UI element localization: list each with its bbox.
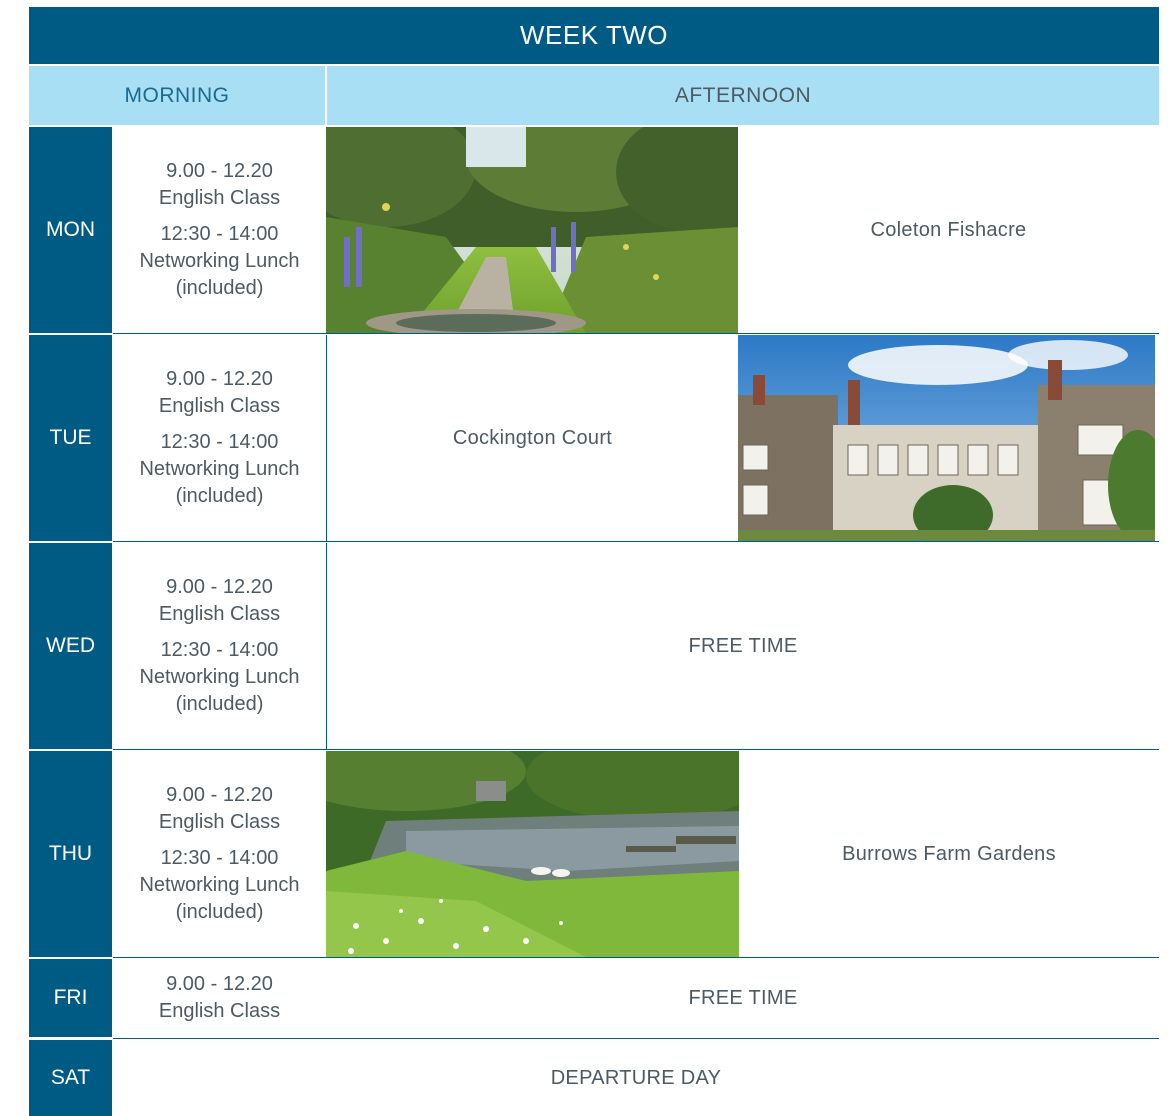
lunch-label: Networking Lunch [139, 250, 300, 272]
morning-schedule-wed: 9.00 - 12.20 English Class 12:30 - 14:00… [113, 543, 326, 749]
garden-path-photo [326, 127, 738, 333]
afternoon-header: AFTERNOON [327, 66, 1159, 125]
afternoon-activity-tue: Cockington Court [452, 426, 613, 449]
week-title: WEEK TWO [29, 7, 1159, 64]
lunch-note: (included) [175, 277, 264, 299]
lunch-label: Networking Lunch [139, 458, 300, 480]
class-label: English Class [158, 811, 281, 833]
lunch-time: 12:30 - 14:00 [160, 431, 279, 453]
afternoon-activity-thu: Burrows Farm Gardens [842, 842, 1056, 865]
afternoon-activity-wed: FREE TIME [688, 634, 798, 657]
row-divider [113, 749, 1159, 750]
lunch-time: 12:30 - 14:00 [160, 639, 279, 661]
class-time: 9.00 - 12.20 [166, 160, 273, 182]
lunch-note: (included) [175, 901, 264, 923]
afternoon-activity-fri: FREE TIME [688, 986, 798, 1009]
lunch-label: Networking Lunch [139, 874, 300, 896]
lunch-time: 12:30 - 14:00 [160, 847, 279, 869]
day-label-sat: SAT [29, 1040, 112, 1116]
class-label: English Class [158, 187, 281, 209]
day-label-fri: FRI [29, 959, 112, 1037]
class-label: English Class [158, 395, 281, 417]
class-time: 9.00 - 12.20 [166, 784, 273, 806]
lunch-note: (included) [175, 485, 264, 507]
class-label: English Class [158, 603, 281, 625]
day-label-mon: MON [29, 127, 112, 333]
pond-garden-photo [326, 751, 739, 957]
class-time: 9.00 - 12.20 [166, 576, 273, 598]
row-divider [113, 333, 1159, 334]
manor-house-photo [738, 335, 1155, 541]
morning-schedule-fri: 9.00 - 12.20 English Class [113, 959, 326, 1037]
day-label-thu: THU [29, 751, 112, 957]
row-divider [113, 541, 1159, 542]
lunch-note: (included) [175, 693, 264, 715]
row-divider [113, 957, 1159, 958]
morning-schedule-thu: 9.00 - 12.20 English Class 12:30 - 14:00… [113, 751, 326, 957]
full-day-activity-sat: DEPARTURE DAY [550, 1066, 722, 1089]
class-time: 9.00 - 12.20 [166, 973, 273, 995]
morning-schedule-mon: 9.00 - 12.20 English Class 12:30 - 14:00… [113, 127, 326, 333]
day-label-wed: WED [29, 543, 112, 749]
class-time: 9.00 - 12.20 [166, 368, 273, 390]
lunch-time: 12:30 - 14:00 [160, 223, 279, 245]
lunch-label: Networking Lunch [139, 666, 300, 688]
morning-schedule-tue: 9.00 - 12.20 English Class 12:30 - 14:00… [113, 335, 326, 541]
morning-header: MORNING [29, 66, 325, 125]
afternoon-activity-mon: Coleton Fishacre [870, 218, 1027, 241]
class-label: English Class [158, 1000, 281, 1022]
row-divider [113, 1038, 1159, 1039]
day-label-tue: TUE [29, 335, 112, 541]
